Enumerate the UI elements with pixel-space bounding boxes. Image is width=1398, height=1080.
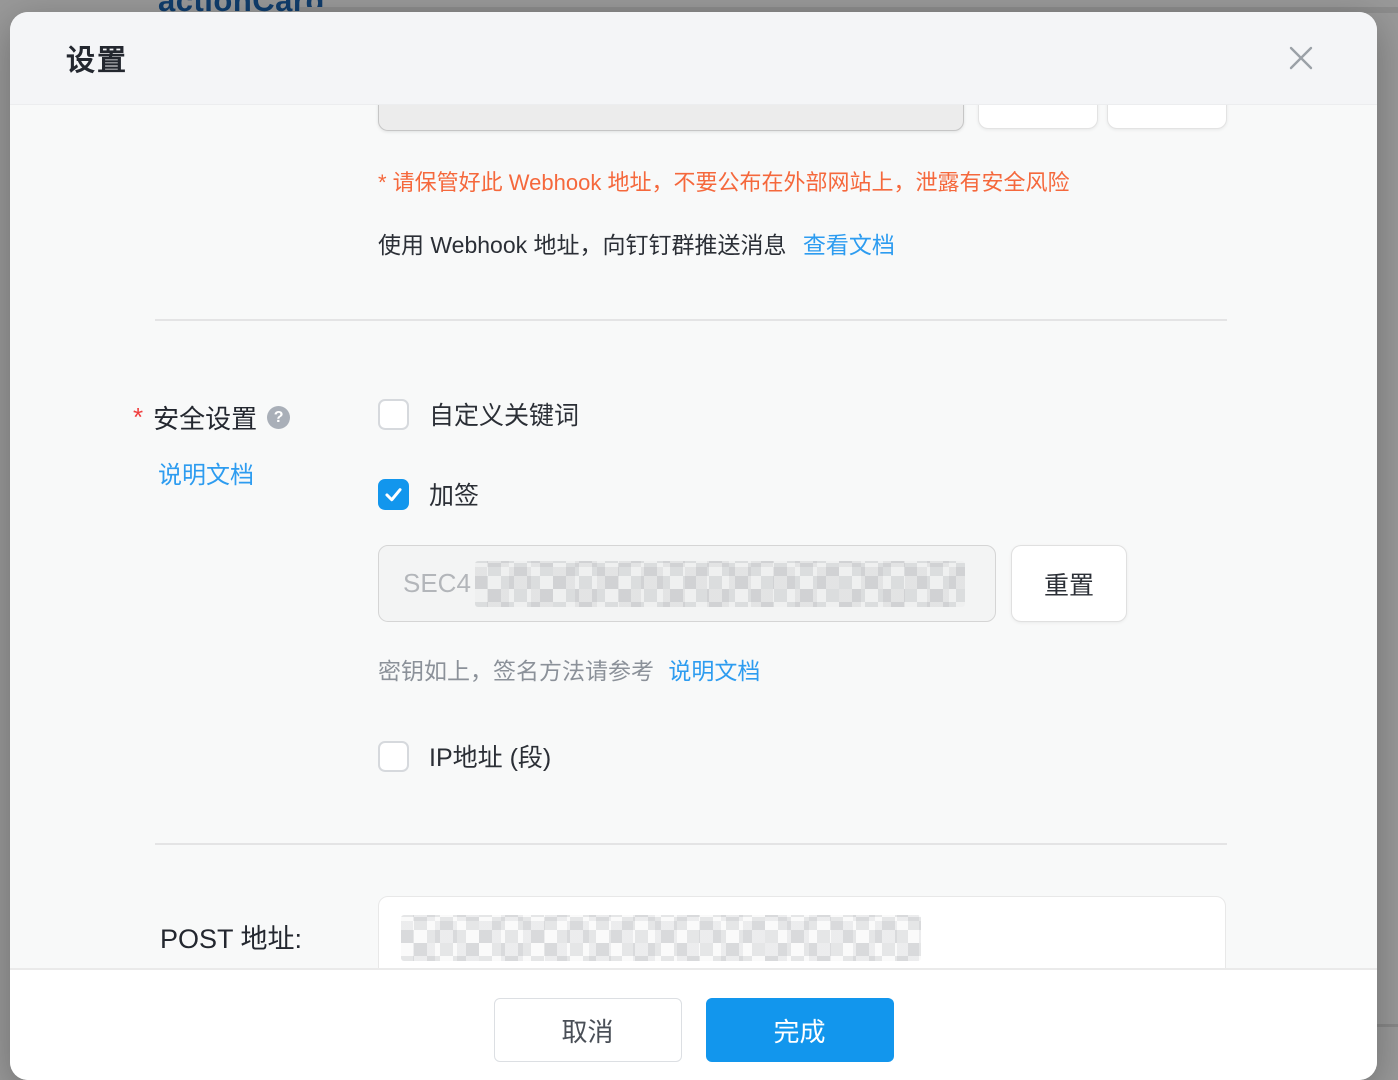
webhook-action-button-2[interactable] [1107,105,1227,129]
section-divider [155,843,1227,845]
checkbox-unchecked-icon[interactable] [378,741,409,772]
checkbox-unchecked-icon[interactable] [378,399,409,430]
webhook-usage-line: 使用 Webhook 地址，向钉钉群推送消息 查看文档 [378,229,895,261]
close-icon [1287,44,1315,72]
webhook-url-input[interactable] [378,105,964,131]
dialog-title: 设置 [66,37,128,79]
dialog-footer: 取消 完成 [10,968,1377,1080]
webhook-warning-text: * 请保管好此 Webhook 地址，不要公布在外部网站上，泄露有安全风险 [378,168,1069,198]
checkbox-custom-keywords[interactable]: 自定义关键词 [378,396,579,432]
cancel-button[interactable]: 取消 [494,998,682,1062]
key-note-line: 密钥如上，签名方法请参考 说明文档 [378,656,760,686]
required-asterisk: * [133,402,143,433]
check-icon [383,484,404,505]
security-settings-label-row: * 安全设置 ? [133,399,290,436]
checkbox-ip-address[interactable]: IP地址 (段) [378,738,551,774]
key-note-doc-link[interactable]: 说明文档 [668,658,760,684]
security-doc-link[interactable]: 说明文档 [158,455,254,490]
confirm-button[interactable]: 完成 [706,998,894,1062]
checkbox-label: IP地址 (段) [429,738,551,774]
view-docs-link[interactable]: 查看文档 [803,232,895,258]
post-address-label: POST 地址: [160,917,302,956]
help-icon[interactable]: ? [267,406,290,429]
post-address-redacted-blur [401,915,921,961]
webhook-action-button-1[interactable] [978,105,1098,129]
checkbox-label: 加签 [429,476,479,512]
checkbox-checked-icon[interactable] [378,479,409,510]
webhook-usage-text: 使用 Webhook 地址，向钉钉群推送消息 [378,232,787,258]
key-note-text: 密钥如上，签名方法请参考 [378,658,654,684]
secret-key-input[interactable]: SEC4 [378,545,996,622]
post-address-input[interactable] [378,896,1226,968]
secret-key-prefix: SEC4 [403,568,471,599]
secret-key-redacted-blur [475,561,965,607]
reset-button[interactable]: 重置 [1011,545,1127,622]
settings-dialog: 设置 * 请保管好此 Webhook 地址，不要公布在外部网站上，泄露有安全风险… [10,12,1377,1080]
security-settings-label: 安全设置 [153,399,257,436]
checkbox-label: 自定义关键词 [429,396,579,432]
section-divider [155,319,1227,321]
dialog-header: 设置 [10,12,1377,105]
checkbox-sign[interactable]: 加签 [378,476,479,512]
dialog-body: * 请保管好此 Webhook 地址，不要公布在外部网站上，泄露有安全风险 使用… [10,105,1377,968]
close-button[interactable] [1281,38,1321,78]
